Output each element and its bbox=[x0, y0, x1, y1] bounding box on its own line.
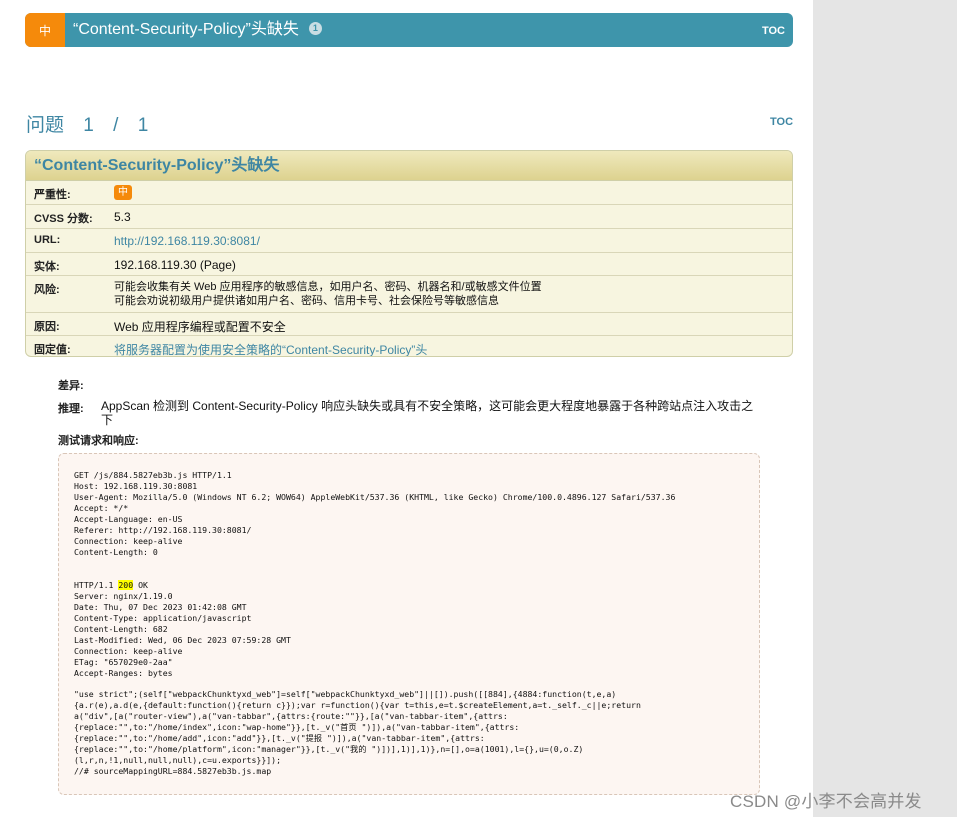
issue-heading: 问题 1 / 1 bbox=[26, 110, 162, 137]
reason-text: AppScan 检测到 Content-Security-Policy 响应头缺… bbox=[101, 399, 754, 427]
row-value: 5.3 bbox=[114, 210, 131, 224]
issue-heading-current: 1 bbox=[83, 115, 94, 136]
detail-row-entity: 实体: 192.168.119.30 (Page) bbox=[26, 253, 792, 276]
row-value: 中 bbox=[114, 184, 132, 200]
header-toc-link[interactable]: TOC bbox=[762, 13, 785, 47]
row-value: Web 应用程序编程或配置不安全 bbox=[114, 320, 286, 334]
status-prefix: HTTP/1.1 bbox=[74, 580, 119, 590]
row-label: 原因: bbox=[34, 321, 60, 333]
request-text: GET /js/884.5827eb3b.js HTTP/1.1 Host: 1… bbox=[74, 470, 676, 557]
row-value: 可能会收集有关 Web 应用程序的敏感信息，如用户名、密码、机器名和/或敏感文件… bbox=[114, 280, 542, 308]
issue-header-bar[interactable]: 中 “Content-Security-Policy”头缺失 1 TOC bbox=[25, 13, 793, 47]
row-label: URL: bbox=[34, 234, 61, 246]
detail-row-severity: 严重性: 中 bbox=[26, 181, 792, 205]
row-label: 风险: bbox=[34, 284, 60, 296]
detail-row-cause: 原因: Web 应用程序编程或配置不安全 bbox=[26, 313, 792, 336]
test-label: 测试请求和响应: bbox=[58, 435, 139, 447]
issue-count-badge: 1 bbox=[308, 22, 322, 36]
issue-heading-total: 1 bbox=[137, 115, 149, 136]
response-headers: Server: nginx/1.19.0 Date: Thu, 07 Dec 2… bbox=[74, 591, 291, 678]
url-link[interactable]: http://192.168.119.30:8081/ bbox=[114, 234, 260, 248]
detail-row-risk: 风险: 可能会收集有关 Web 应用程序的敏感信息，如用户名、密码、机器名和/或… bbox=[26, 276, 792, 313]
issue-heading-sep: / bbox=[113, 115, 119, 136]
request-response-box: GET /js/884.5827eb3b.js HTTP/1.1 Host: 1… bbox=[58, 453, 760, 795]
right-gutter bbox=[813, 0, 957, 817]
issue-title: “Content-Security-Policy”头缺失 1 bbox=[73, 13, 322, 47]
risk-line-2: 可能会劝说初级用户提供诸如用户名、密码、信用卡号、社会保险号等敏感信息 bbox=[114, 295, 499, 307]
row-label: CVSS 分数: bbox=[34, 213, 93, 225]
watermark: CSDN @小李不会高并发 bbox=[730, 792, 922, 811]
response-body: "use strict";(self["webpackChunktyxd_web… bbox=[74, 689, 641, 776]
issue-title-text: “Content-Security-Policy”头缺失 bbox=[73, 21, 299, 38]
detail-row-fix: 固定值: 将服务器配置为使用安全策略的“Content-Security-Pol… bbox=[26, 336, 792, 356]
risk-line-1: 可能会收集有关 Web 应用程序的敏感信息，如用户名、密码、机器名和/或敏感文件… bbox=[114, 281, 542, 293]
fix-link[interactable]: 将服务器配置为使用安全策略的“Content-Security-Policy”头 bbox=[114, 341, 427, 356]
row-value: 192.168.119.30 (Page) bbox=[114, 258, 236, 272]
row-label: 固定值: bbox=[34, 344, 71, 356]
row-label: 严重性: bbox=[34, 189, 71, 201]
detail-row-cvss: CVSS 分数: 5.3 bbox=[26, 205, 792, 229]
issue-detail-box: “Content-Security-Policy”头缺失 严重性: 中 CVSS… bbox=[25, 150, 793, 357]
severity-badge: 中 bbox=[114, 185, 132, 200]
diff-label: 差异: bbox=[58, 380, 84, 392]
status-code-highlight: 200 bbox=[118, 580, 134, 590]
reason-label: 推理: bbox=[58, 403, 84, 415]
row-label: 实体: bbox=[34, 261, 60, 273]
toc-link[interactable]: TOC bbox=[770, 116, 793, 128]
status-suffix: OK bbox=[133, 580, 148, 590]
severity-indicator: 中 bbox=[25, 13, 65, 47]
response-status-line: HTTP/1.1 200 OK bbox=[74, 580, 148, 591]
detail-title: “Content-Security-Policy”头缺失 bbox=[26, 151, 792, 181]
issue-heading-label: 问题 bbox=[26, 115, 65, 136]
detail-row-url: URL: http://192.168.119.30:8081/ bbox=[26, 229, 792, 253]
